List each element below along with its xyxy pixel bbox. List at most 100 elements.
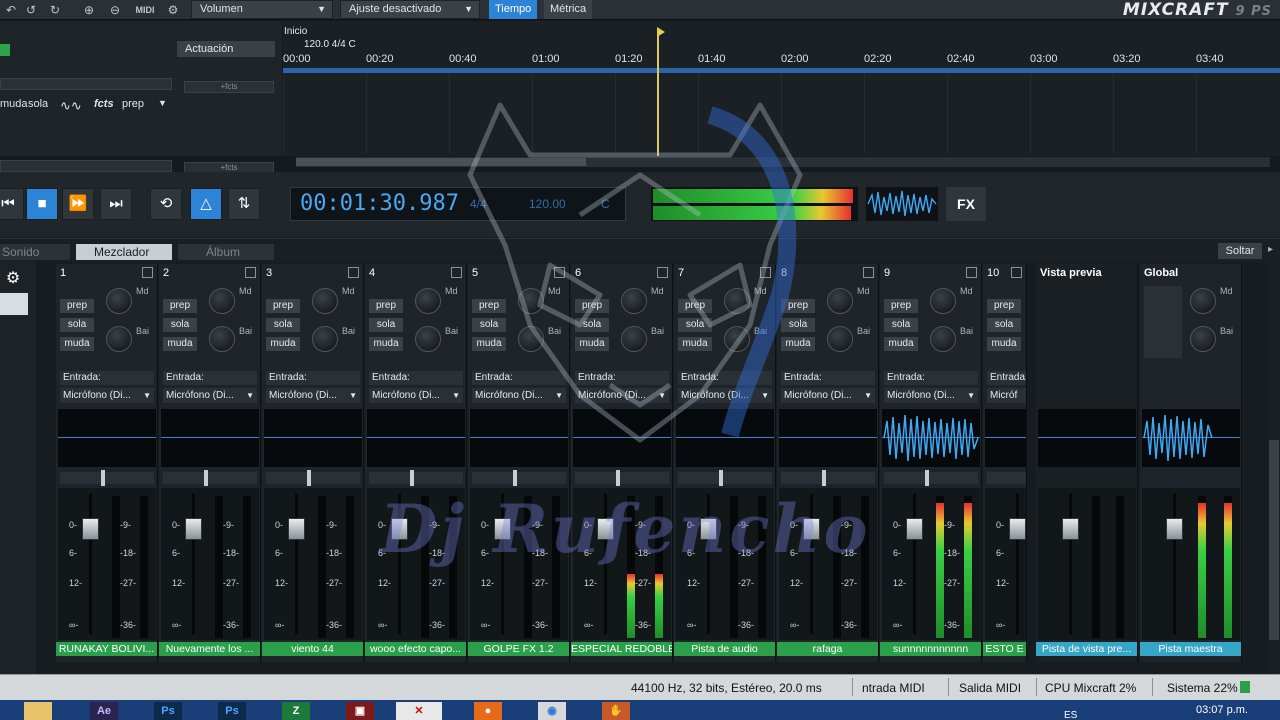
gear-icon[interactable]: ⚙: [2, 268, 24, 288]
channel-arm-button[interactable]: prep: [884, 299, 918, 313]
pan-handle[interactable]: [307, 470, 311, 486]
bass-eq-knob[interactable]: [312, 326, 338, 352]
snap-select[interactable]: Ajuste desactivado ▼: [340, 0, 480, 19]
track-name-field[interactable]: [0, 78, 172, 90]
pan-slider[interactable]: [781, 472, 875, 484]
firefox-icon[interactable]: ●: [474, 702, 502, 720]
pan-handle[interactable]: [204, 470, 208, 486]
undock-button[interactable]: Soltar: [1218, 243, 1262, 259]
channel-expand-icon[interactable]: [142, 267, 153, 278]
pan-handle[interactable]: [513, 470, 517, 486]
performance-button[interactable]: Actuación: [176, 40, 276, 58]
tab-album[interactable]: Álbum: [178, 244, 274, 260]
chrome-icon[interactable]: ◉: [538, 702, 566, 720]
track-name-field[interactable]: [0, 160, 172, 172]
channel-mute-button[interactable]: muda: [163, 337, 197, 351]
zoom-out-icon[interactable]: ⊖: [106, 1, 124, 19]
pan-handle[interactable]: [719, 470, 723, 486]
midi-in-status[interactable]: ntrada MIDI: [862, 681, 925, 695]
channel-mute-button[interactable]: muda: [60, 337, 94, 351]
app-icon[interactable]: ▣: [346, 702, 374, 720]
gear-icon[interactable]: ⚙: [164, 1, 182, 19]
channel-arm-button[interactable]: prep: [266, 299, 300, 313]
channel-track-name[interactable]: GOLPE FX 1.2: [468, 642, 569, 656]
channel-mute-button[interactable]: muda: [266, 337, 300, 351]
mute-button[interactable]: muda: [0, 98, 28, 110]
channel-solo-button[interactable]: sola: [369, 318, 403, 332]
channel-arm-button[interactable]: prep: [163, 299, 197, 313]
pan-handle[interactable]: [410, 470, 414, 486]
tab-mezclador[interactable]: Mezclador: [76, 244, 172, 260]
language-indicator[interactable]: ES: [1064, 710, 1077, 720]
bass-eq-knob[interactable]: [930, 326, 956, 352]
add-fcts-box[interactable]: +fcts: [184, 81, 274, 93]
after-effects-icon[interactable]: Ae: [90, 702, 118, 720]
mid-eq-knob[interactable]: [827, 288, 853, 314]
volume-fader[interactable]: [185, 518, 202, 540]
input-select[interactable]: Micrófono (Di... ▼: [60, 388, 154, 403]
mid-eq-knob[interactable]: [106, 288, 132, 314]
volume-fader[interactable]: [82, 518, 99, 540]
input-select[interactable]: Micrófono (Di... ▼: [163, 388, 257, 403]
bass-eq-knob[interactable]: [209, 326, 235, 352]
channel-mute-button[interactable]: muda: [369, 337, 403, 351]
master-track-name[interactable]: Pista maestra: [1140, 642, 1241, 656]
volume-fader[interactable]: [1009, 518, 1026, 540]
channel-expand-icon[interactable]: [348, 267, 359, 278]
channel-mute-button[interactable]: muda: [987, 337, 1021, 351]
tab-time[interactable]: Tiempo: [489, 0, 538, 19]
master-mid-knob[interactable]: [1190, 288, 1216, 314]
redo-icon[interactable]: ↻: [46, 1, 64, 19]
pan-handle[interactable]: [616, 470, 620, 486]
channel-track-name[interactable]: Pista de audio: [674, 642, 775, 656]
volume-fader[interactable]: [906, 518, 923, 540]
channel-arm-button[interactable]: prep: [987, 299, 1021, 313]
system-clock[interactable]: 03:07 p.m.: [1196, 704, 1248, 716]
bass-eq-knob[interactable]: [415, 326, 441, 352]
channel-expand-icon[interactable]: [863, 267, 874, 278]
mid-eq-knob[interactable]: [415, 288, 441, 314]
playhead-flag-icon[interactable]: [657, 27, 665, 37]
channel-track-name[interactable]: Nuevamente los ...: [159, 642, 260, 656]
master-fader[interactable]: [1166, 518, 1183, 540]
tab-metric[interactable]: Métrica: [544, 0, 593, 19]
channel-arm-button[interactable]: prep: [369, 299, 403, 313]
folder-icon[interactable]: [24, 702, 52, 720]
channel-arm-button[interactable]: prep: [60, 299, 94, 313]
input-select[interactable]: Micrófono (Di... ▼: [369, 388, 463, 403]
hand-icon[interactable]: ✋: [602, 702, 630, 720]
stop-button[interactable]: ■: [26, 188, 58, 220]
pan-slider[interactable]: [60, 472, 154, 484]
pan-slider[interactable]: [163, 472, 257, 484]
rewind-start-button[interactable]: ⏮: [0, 188, 24, 220]
channel-track-name[interactable]: viento 44: [262, 642, 363, 656]
mixcraft-icon[interactable]: ✕: [396, 702, 442, 720]
sync-button[interactable]: ⇅: [228, 188, 260, 220]
channel-solo-button[interactable]: sola: [884, 318, 918, 332]
pan-slider[interactable]: [678, 472, 772, 484]
input-select[interactable]: Micrófono (Di... ▼: [266, 388, 360, 403]
pan-handle[interactable]: [822, 470, 826, 486]
undo-history-icon[interactable]: ↺: [22, 1, 40, 19]
input-select[interactable]: Micróf▼: [987, 388, 1026, 403]
fast-forward-button[interactable]: ⏩: [62, 188, 94, 220]
photoshop-icon-2[interactable]: Ps: [218, 702, 246, 720]
midi-out-status[interactable]: Salida MIDI: [959, 681, 1021, 695]
tab-sonido[interactable]: Sonido: [0, 244, 70, 260]
pan-slider[interactable]: [369, 472, 463, 484]
mid-eq-knob[interactable]: [209, 288, 235, 314]
arm-button[interactable]: prep: [122, 98, 144, 110]
pan-slider[interactable]: [266, 472, 360, 484]
pan-handle[interactable]: [101, 470, 105, 486]
channel-track-name[interactable]: ESTO E: [983, 642, 1026, 656]
pan-slider[interactable]: [575, 472, 669, 484]
side-panel-toggle[interactable]: [0, 293, 28, 315]
fx-button[interactable]: FX: [946, 187, 986, 221]
solo-button[interactable]: sola: [28, 98, 48, 110]
metronome-button[interactable]: △: [190, 188, 222, 220]
pan-slider[interactable]: [884, 472, 978, 484]
channel-track-name[interactable]: ESPECIAL REDOBLE: [571, 642, 672, 656]
go-to-end-button[interactable]: ⏭: [100, 188, 132, 220]
pan-slider[interactable]: [987, 472, 1026, 484]
bass-eq-knob[interactable]: [827, 326, 853, 352]
